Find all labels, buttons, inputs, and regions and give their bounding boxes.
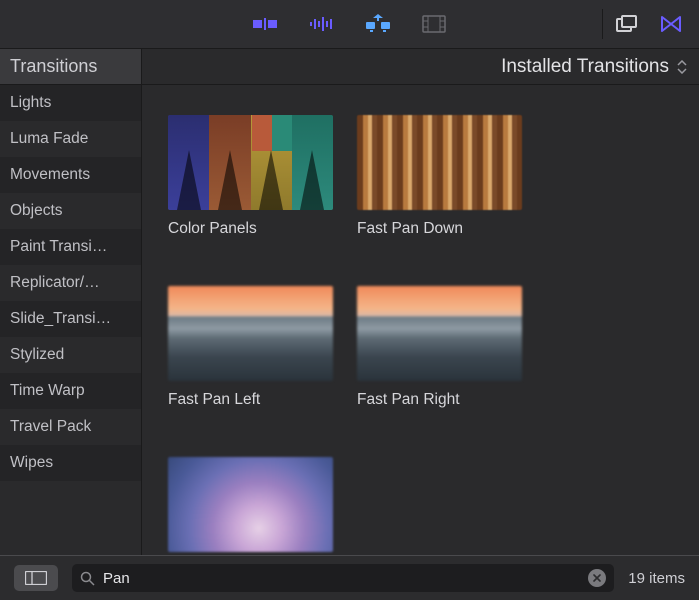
sidebar-item-label: Movements <box>10 166 90 184</box>
thumbnail <box>168 286 333 381</box>
sidebar-item-paint-transitions[interactable]: Paint Transi… <box>0 229 141 265</box>
thumbnail <box>357 286 522 381</box>
transition-card[interactable]: Color Panels <box>168 115 333 238</box>
search-icon <box>80 571 95 586</box>
sidebar-item-movements[interactable]: Movements <box>0 157 141 193</box>
transitions-icon[interactable] <box>252 12 280 36</box>
clear-search-button[interactable] <box>588 569 606 587</box>
thumbnail <box>168 115 333 210</box>
sidebar-item-wipes[interactable]: Wipes <box>0 445 141 481</box>
sort-stepper-icon <box>677 60 687 74</box>
sidebar-item-label: Lights <box>10 94 51 112</box>
close-icon <box>593 574 601 582</box>
library-dropdown-label: Installed Transitions <box>501 56 669 78</box>
search-input[interactable] <box>103 570 580 587</box>
sidebar-item-slide-transitions[interactable]: Slide_Transi… <box>0 301 141 337</box>
generators-icon[interactable] <box>364 12 392 36</box>
sidebar-item-stylized[interactable]: Stylized <box>0 337 141 373</box>
sidebar-item-lights[interactable]: Lights <box>0 85 141 121</box>
sidebar-item-label: Travel Pack <box>10 418 91 436</box>
panel-title: Transitions <box>0 49 142 84</box>
library-dropdown[interactable]: Installed Transitions <box>142 49 699 84</box>
transition-label: Color Panels <box>168 220 333 238</box>
sidebar-item-label: Wipes <box>10 454 53 472</box>
transition-card[interactable]: Fast Pan Down <box>357 115 522 238</box>
titles-icon[interactable] <box>420 12 448 36</box>
sidebar-item-label: Time Warp <box>10 382 85 400</box>
browser-footer: 19 items <box>0 555 699 600</box>
transition-card[interactable] <box>168 457 333 555</box>
browser-header: Transitions Installed Transitions <box>0 49 699 85</box>
transition-card[interactable]: Fast Pan Left <box>168 286 333 409</box>
transition-label: Fast Pan Down <box>357 220 522 238</box>
windows-icon[interactable] <box>613 12 641 36</box>
sidebar-item-objects[interactable]: Objects <box>0 193 141 229</box>
toolbar-separator <box>602 9 603 39</box>
transition-card[interactable]: Fast Pan Right <box>357 286 522 409</box>
thumbnail <box>357 115 522 210</box>
layout-toggle-button[interactable] <box>14 565 58 591</box>
top-toolbar <box>0 0 699 49</box>
sidebar-item-travel-pack[interactable]: Travel Pack <box>0 409 141 445</box>
category-sidebar: Lights Luma Fade Movements Objects Paint… <box>0 85 142 555</box>
sidebar-item-label: Paint Transi… <box>10 238 107 256</box>
sidebar-item-label: Objects <box>10 202 63 220</box>
share-icon[interactable] <box>657 12 685 36</box>
sidebar-item-label: Stylized <box>10 346 64 364</box>
sidebar-item-label: Slide_Transi… <box>10 310 111 328</box>
search-field[interactable] <box>72 564 614 592</box>
layout-icon <box>25 571 47 585</box>
item-count: 19 items <box>628 570 685 587</box>
thumbnail <box>168 457 333 552</box>
equalizer-icon[interactable] <box>308 12 336 36</box>
sidebar-item-luma-fade[interactable]: Luma Fade <box>0 121 141 157</box>
transition-grid: Color Panels Fast Pan Down Fast Pan Left… <box>142 85 699 555</box>
sidebar-item-replicator[interactable]: Replicator/… <box>0 265 141 301</box>
sidebar-item-label: Luma Fade <box>10 130 88 148</box>
transition-label: Fast Pan Right <box>357 391 522 409</box>
transition-label: Fast Pan Left <box>168 391 333 409</box>
sidebar-item-label: Replicator/… <box>10 274 100 292</box>
sidebar-item-time-warp[interactable]: Time Warp <box>0 373 141 409</box>
